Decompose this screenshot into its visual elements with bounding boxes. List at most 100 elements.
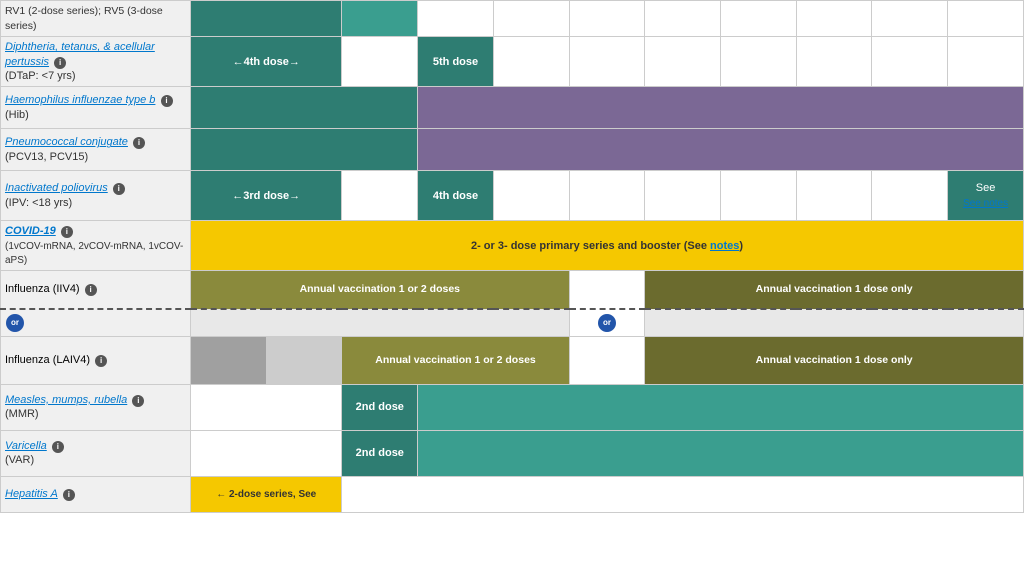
covid-dose-label: 2- or 3- dose primary series and booster… (471, 240, 743, 252)
row-pcv: Pneumococcal conjugate i (PCV13, PCV15) (1, 129, 1024, 171)
mmr-link[interactable]: Measles, mumps, rubella (5, 394, 127, 406)
iiv4-name: Influenza (IIV4) (5, 283, 80, 295)
pcv-link[interactable]: Pneumococcal conjugate (5, 136, 128, 148)
ipv-sub: (IPV: <18 yrs) (5, 197, 72, 209)
dtap-empty1 (342, 37, 418, 87)
dtap-5thdose: 5th dose (418, 37, 494, 87)
dtap-empty2 (493, 37, 569, 87)
or-spacer2 (645, 309, 1024, 337)
vaccine-name-hepa: Hepatitis A i (1, 476, 191, 512)
laiv4-label1: Annual vaccination 1 or 2 doses (342, 336, 569, 384)
mmr-sub: (MMR) (5, 408, 39, 420)
row-covid: COVID-19 i (1vCOV-mRNA, 2vCOV-mRNA, 1vCO… (1, 221, 1024, 271)
ipv-empty7 (872, 171, 948, 221)
covid-link[interactable]: COVID-19 (5, 225, 56, 237)
ipv-empty2 (493, 171, 569, 221)
laiv4-gray2 (266, 336, 342, 384)
mmr-info-icon[interactable]: i (132, 395, 144, 407)
pcv-sub: (PCV13, PCV15) (5, 151, 88, 163)
ipv-4thdose: 4th dose (418, 171, 494, 221)
dtap-sub: (DTaP: <7 yrs) (5, 70, 76, 82)
row-ipv: Inactivated poliovirus i (IPV: <18 yrs) … (1, 171, 1024, 221)
rv-cell3 (418, 1, 494, 37)
pcv-cell2 (418, 129, 1024, 171)
hepa-link[interactable]: Hepatitis A (5, 488, 58, 500)
rv-text: RV1 (2-dose series); RV5 (3-dose series) (5, 5, 163, 32)
dtap-empty8 (948, 37, 1024, 87)
rv-cell1 (191, 1, 342, 37)
ipv-3rddose: ←3rd dose→ (191, 171, 342, 221)
mmr-empty1 (191, 384, 342, 430)
laiv4-info-icon[interactable]: i (95, 355, 107, 367)
ipv-notes-link[interactable]: See notes (963, 198, 1008, 209)
hib-link[interactable]: Haemophilus influenzae type b (5, 94, 155, 106)
vaccine-name-laiv4: Influenza (LAIV4) i (1, 336, 191, 384)
ipv-seenotes: See See notes (948, 171, 1024, 221)
ipv-empty6 (796, 171, 872, 221)
dtap-empty5 (721, 37, 797, 87)
dtap-4thdose: ←4th dose→ (191, 37, 342, 87)
dtap-empty3 (569, 37, 645, 87)
row-hib: Haemophilus influenzae type b i (Hib) (1, 87, 1024, 129)
rv-cell6 (645, 1, 721, 37)
covid-label: 2- or 3- dose primary series and booster… (191, 221, 1024, 271)
row-or: or or (1, 309, 1024, 337)
or-badge-middle: or (598, 314, 616, 332)
var-dose: 2nd dose (342, 430, 418, 476)
vaccine-name-var: Varicella i (VAR) (1, 430, 191, 476)
rv-cell4 (493, 1, 569, 37)
mmr-teal (418, 384, 1024, 430)
hepa-info-icon[interactable]: i (63, 489, 75, 501)
hepa-empty (342, 476, 1024, 512)
var-empty1 (191, 430, 342, 476)
dtap-empty4 (645, 37, 721, 87)
iiv4-info-icon[interactable]: i (85, 284, 97, 296)
row-dtap: Diphtheria, tetanus, & acellular pertuss… (1, 37, 1024, 87)
dtap-info-icon[interactable]: i (54, 57, 66, 69)
row-var: Varicella i (VAR) 2nd dose (1, 430, 1024, 476)
rv-cell2 (342, 1, 418, 37)
vaccine-name-dtap: Diphtheria, tetanus, & acellular pertuss… (1, 37, 191, 87)
hepa-dose: ← 2-dose series, See (191, 476, 342, 512)
vaccine-name-covid: COVID-19 i (1vCOV-mRNA, 2vCOV-mRNA, 1vCO… (1, 221, 191, 271)
or-middle: or (569, 309, 645, 337)
iiv4-empty (569, 271, 645, 309)
ipv-see: See (952, 181, 1019, 195)
rv-cell5 (569, 1, 645, 37)
covid-notes-link[interactable]: notes (710, 240, 739, 252)
laiv4-label2: Annual vaccination 1 dose only (645, 336, 1024, 384)
mmr-dose: 2nd dose (342, 384, 418, 430)
hib-info-icon[interactable]: i (161, 95, 173, 107)
hib-sub: (Hib) (5, 109, 29, 121)
or-cell-left: or (1, 309, 191, 337)
ipv-empty3 (569, 171, 645, 221)
covid-info-icon[interactable]: i (61, 226, 73, 238)
hib-cell1 (191, 87, 418, 129)
var-sub: (VAR) (5, 454, 34, 466)
hib-cell2 (418, 87, 1024, 129)
dtap-link[interactable]: Diphtheria, tetanus, & acellular pertuss… (5, 41, 155, 67)
rv-cell8 (796, 1, 872, 37)
vaccine-name-pcv: Pneumococcal conjugate i (PCV13, PCV15) (1, 129, 191, 171)
vaccine-name-iiv4: Influenza (IIV4) i (1, 271, 191, 309)
covid-sub: (1vCOV-mRNA, 2vCOV-mRNA, 1vCOV-aPS) (5, 241, 183, 266)
var-info-icon[interactable]: i (52, 441, 64, 453)
or-spacer1 (191, 309, 570, 337)
row-laiv4: Influenza (LAIV4) i Annual vaccination 1… (1, 336, 1024, 384)
ipv-link[interactable]: Inactivated poliovirus (5, 182, 108, 194)
ipv-empty5 (721, 171, 797, 221)
vaccine-name-rv: RV1 (2-dose series); RV5 (3-dose series) (1, 1, 191, 37)
ipv-empty1 (342, 171, 418, 221)
iiv4-label1: Annual vaccination 1 or 2 doses (191, 271, 570, 309)
rv-cell10 (948, 1, 1024, 37)
vaccine-name-hib: Haemophilus influenzae type b i (Hib) (1, 87, 191, 129)
laiv4-name: Influenza (LAIV4) (5, 354, 90, 366)
ipv-info-icon[interactable]: i (113, 183, 125, 195)
row-iiv4: Influenza (IIV4) i Annual vaccination 1 … (1, 271, 1024, 309)
var-link[interactable]: Varicella (5, 440, 47, 452)
pcv-info-icon[interactable]: i (133, 137, 145, 149)
ipv-empty4 (645, 171, 721, 221)
row-hepa: Hepatitis A i ← 2-dose series, See (1, 476, 1024, 512)
iiv4-label2: Annual vaccination 1 dose only (645, 271, 1024, 309)
or-badge-left: or (6, 314, 24, 332)
